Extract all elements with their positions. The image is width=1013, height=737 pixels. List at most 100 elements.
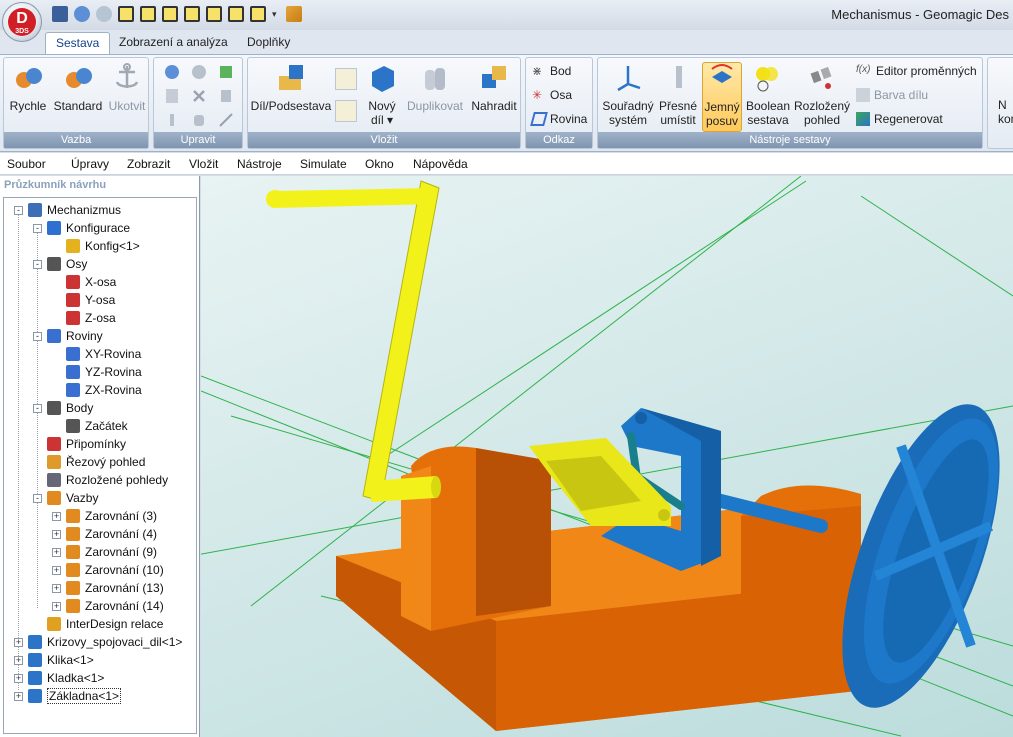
box-icon[interactable]	[118, 6, 134, 22]
tree-item[interactable]: - Konfigurace	[33, 219, 130, 237]
tree-item[interactable]: + Zarovnání (13)	[52, 579, 164, 597]
tab-doplnky[interactable]: Doplňky	[237, 32, 300, 54]
box-icon[interactable]	[140, 6, 156, 22]
brush-icon[interactable]	[164, 112, 180, 128]
tree-item[interactable]: Připomínky	[33, 435, 126, 453]
menu-soubor[interactable]: Soubor	[7, 157, 46, 171]
duplikovat-button[interactable]: Duplikovat	[404, 62, 466, 113]
tree-item[interactable]: + Klika<1>	[14, 651, 94, 669]
jemny-posuv-button[interactable]: Jemný posuv	[702, 62, 742, 132]
cylinder-icon[interactable]	[191, 112, 207, 128]
rozlozeny-pohled-button[interactable]: Rozložený pohled	[794, 62, 850, 127]
paint-icon[interactable]	[218, 88, 234, 104]
editor-promennych-button[interactable]: f(x) Editor proměnných	[856, 64, 977, 78]
expand-icon[interactable]: +	[14, 673, 23, 683]
expand-icon[interactable]: +	[52, 583, 61, 593]
tree-item[interactable]: + Zarovnání (3)	[52, 507, 157, 525]
expand-icon[interactable]: +	[52, 547, 61, 557]
gear-icon[interactable]	[335, 100, 357, 122]
grid-icon[interactable]	[335, 68, 357, 90]
properties-icon[interactable]	[164, 88, 180, 104]
menu-nastroje[interactable]: Nástroje	[237, 157, 282, 171]
regenerovat-button[interactable]: Regenerovat	[856, 112, 943, 126]
presne-umistit-button[interactable]: Přesné umístit	[656, 62, 700, 127]
expand-icon[interactable]: +	[14, 691, 23, 701]
tree-item-label: Klika<1>	[47, 653, 94, 667]
application-button[interactable]: D 3DS	[2, 2, 42, 42]
box-icon[interactable]	[250, 6, 266, 22]
box-icon[interactable]	[184, 6, 200, 22]
refresh-icon[interactable]	[218, 64, 234, 80]
forward-icon[interactable]	[96, 6, 112, 22]
3d-viewport[interactable]	[201, 176, 1013, 737]
ukotvit-button[interactable]: Ukotvit	[106, 62, 148, 113]
menu-simulate[interactable]: Simulate	[300, 157, 347, 171]
collapse-icon[interactable]: -	[33, 331, 42, 341]
expand-icon[interactable]: +	[14, 655, 23, 665]
nahradit-button[interactable]: Nahradit	[468, 62, 520, 113]
tree-item[interactable]: + Zarovnání (10)	[52, 561, 164, 579]
delete-icon[interactable]	[191, 88, 207, 104]
collapse-icon[interactable]: -	[33, 223, 42, 233]
tree-item[interactable]: - Roviny	[33, 327, 103, 345]
menu-napoveda[interactable]: Nápověda	[413, 157, 468, 171]
expand-icon[interactable]: +	[14, 637, 23, 647]
tree-item[interactable]: Začátek	[52, 417, 128, 435]
tree-item[interactable]: YZ-Rovina	[52, 363, 142, 381]
rovina-button[interactable]: Rovina	[530, 112, 587, 126]
tree-item[interactable]: - Vazby	[33, 489, 98, 507]
save-icon[interactable]	[52, 6, 68, 22]
chevron-down-icon[interactable]: ▾	[272, 6, 280, 22]
move-icon[interactable]	[218, 112, 234, 128]
menu-vlozit[interactable]: Vložit	[189, 157, 218, 171]
tree-item[interactable]: + Krizovy_spojovaci_dil<1>	[14, 633, 182, 651]
collapse-icon[interactable]: -	[33, 259, 42, 269]
tree-item[interactable]: + Zarovnání (9)	[52, 543, 157, 561]
tree-item[interactable]: Konfig<1>	[52, 237, 140, 255]
redo-icon[interactable]	[191, 64, 207, 80]
tree-item[interactable]: - Mechanizmus	[14, 201, 121, 219]
souradny-system-button[interactable]: Souřadný systém	[600, 62, 656, 127]
tree-item[interactable]: - Osy	[33, 255, 87, 273]
expand-icon[interactable]: +	[52, 565, 61, 575]
menu-upravy[interactable]: Úpravy	[71, 157, 109, 171]
tree-item[interactable]: Řezový pohled	[33, 453, 145, 471]
tree-item[interactable]: + Základna<1>	[14, 687, 122, 705]
tree-item[interactable]: Z-osa	[52, 309, 116, 327]
tree-item[interactable]: X-osa	[52, 273, 116, 291]
collapse-icon[interactable]: -	[33, 493, 42, 503]
osa-button[interactable]: ✳ Osa	[532, 88, 572, 102]
tree-item[interactable]: Rozložené pohledy	[33, 471, 168, 489]
undo-icon[interactable]	[164, 64, 180, 80]
box-icon[interactable]	[162, 6, 178, 22]
dil-podsestava-button[interactable]: Díl/Podsestava	[250, 62, 332, 113]
back-icon[interactable]	[74, 6, 90, 22]
tree-item[interactable]: Y-osa	[52, 291, 115, 309]
tree-item[interactable]: + Zarovnání (4)	[52, 525, 157, 543]
collapse-icon[interactable]: -	[33, 403, 42, 413]
tree-item[interactable]: InterDesign relace	[33, 615, 163, 633]
tree-item[interactable]: + Kladka<1>	[14, 669, 104, 687]
partial-button[interactable]: Nkont	[998, 98, 1013, 126]
expand-icon[interactable]: +	[52, 601, 61, 611]
novy-dil-button[interactable]: Nový díl ▾	[362, 62, 402, 127]
box-icon[interactable]	[206, 6, 222, 22]
tree-item[interactable]: ZX-Rovina	[52, 381, 142, 399]
expand-icon[interactable]: +	[52, 511, 61, 521]
tree-item[interactable]: - Body	[33, 399, 93, 417]
tab-sestava[interactable]: Sestava	[45, 32, 111, 54]
collapse-icon[interactable]: -	[14, 205, 23, 215]
bod-button[interactable]: ⋇ Bod	[532, 64, 571, 78]
standard-button[interactable]: Standard	[52, 62, 104, 113]
menu-zobrazit[interactable]: Zobrazit	[127, 157, 170, 171]
expand-icon[interactable]: +	[52, 529, 61, 539]
box-icon[interactable]	[228, 6, 244, 22]
tree-item[interactable]: XY-Rovina	[52, 345, 141, 363]
customize-icon[interactable]	[286, 6, 302, 22]
boolean-sestava-button[interactable]: Boolean sestava	[744, 62, 792, 127]
rychle-button[interactable]: Rychle	[8, 62, 48, 113]
tree-item[interactable]: + Zarovnání (14)	[52, 597, 164, 615]
menu-okno[interactable]: Okno	[365, 157, 394, 171]
barva-dilu-button[interactable]: Barva dílu	[856, 88, 928, 102]
tab-zobrazeni-a-analyza[interactable]: Zobrazení a analýza	[109, 32, 238, 54]
